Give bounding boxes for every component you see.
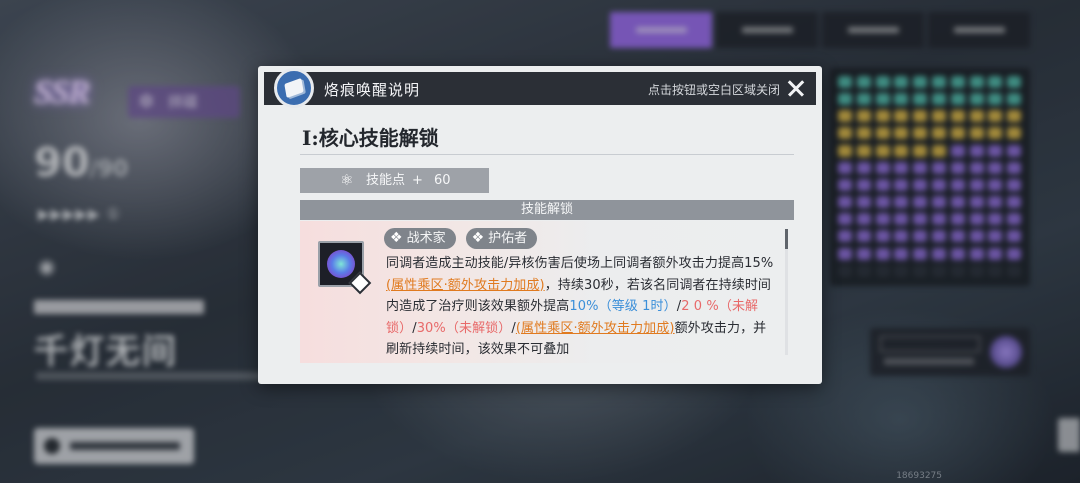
- skill-points-label: 技能点: [366, 173, 406, 188]
- dialog-header: 烙痕唤醒说明 点击按钮或空白区域关闭: [264, 68, 816, 108]
- section-title: I:核心技能解锁: [302, 126, 439, 150]
- skill-tag: ❖ 战术家: [384, 228, 456, 249]
- skill-tags: ❖ 战术家 ❖ 护佑者: [384, 228, 538, 249]
- diamond-badge-icon: [348, 271, 372, 295]
- section-divider: [300, 154, 794, 155]
- skill-glyph-icon: [318, 241, 372, 295]
- imprint-awaken-dialog: 烙痕唤醒说明 点击按钮或空白区域关闭 I:核心技能解锁 ⚛ 技能点 + 60 技…: [258, 66, 822, 384]
- diamond-tag-icon: ❖: [471, 230, 485, 246]
- unlock-body[interactable]: ❖ 战术家 ❖ 护佑者 同调者造成主动技能/异核伤害后使场上同调者额外攻击力提高…: [300, 221, 794, 363]
- scrollbar-thumb[interactable]: [785, 229, 788, 249]
- skill-tag-label: 战术家: [406, 231, 446, 246]
- desc-text: 同调者造成主动技能/异核伤害后使场上同调者额外攻击力提高15%: [386, 256, 774, 271]
- skill-points-chip: ⚛ 技能点 + 60: [300, 168, 489, 193]
- skill-tag: ❖ 护佑者: [465, 228, 538, 249]
- skill-points-value: 60: [434, 173, 451, 188]
- attribute-link[interactable]: (属性乘区·额外攻击力加成): [386, 278, 545, 293]
- value-level-1: 10%（等级 1时）: [569, 299, 677, 314]
- skill-description: 同调者造成主动技能/异核伤害后使场上同调者额外攻击力提高15% (属性乘区·额外攻…: [386, 253, 776, 361]
- unlock-header: 技能解锁: [300, 200, 794, 220]
- diamond-tag-icon: ❖: [390, 230, 403, 246]
- attribute-link[interactable]: (属性乘区·额外攻击力加成): [516, 321, 675, 336]
- value-locked: 30%（未解锁）: [416, 320, 512, 336]
- book-icon: [274, 68, 314, 108]
- atom-icon: ⚛: [340, 171, 354, 189]
- dialog-title: 烙痕唤醒说明: [324, 81, 421, 99]
- close-hint: 点击按钮或空白区域关闭: [647, 83, 780, 97]
- close-icon[interactable]: [784, 76, 808, 100]
- skill-points-plus: +: [412, 173, 423, 188]
- skill-tag-label: 护佑者: [488, 231, 528, 246]
